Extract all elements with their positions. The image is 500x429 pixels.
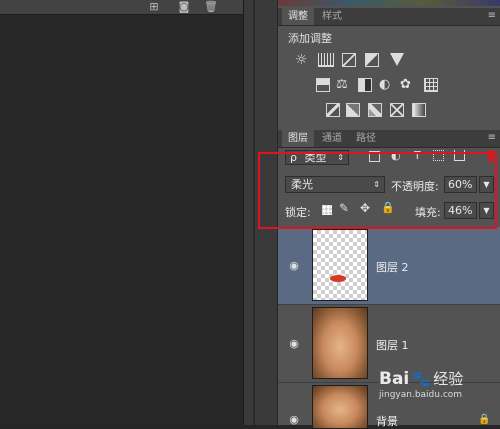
eye-icon[interactable]: ◉ <box>287 414 301 425</box>
divider <box>253 0 255 425</box>
watermark-brand2: 经验 <box>433 370 464 388</box>
bottom-toolbar: ⊞ ◙ 🗑 <box>0 0 243 15</box>
bw-icon[interactable] <box>358 78 372 92</box>
camera-icon[interactable]: ◙ <box>178 1 190 12</box>
balance-icon[interactable]: ⚖ <box>336 77 348 92</box>
tab-channels[interactable]: 通道 <box>316 130 348 147</box>
tab-layers[interactable]: 图层 <box>282 130 314 147</box>
document-canvas <box>0 0 243 425</box>
adjustments-tabbar: 调整 样式 ≡ <box>278 8 500 26</box>
vibrance-icon[interactable] <box>316 78 330 92</box>
new-layer-icon[interactable]: ⊞ <box>148 1 160 12</box>
layers-tabbar: 图层 通道 路径 ≡ <box>278 130 500 148</box>
watermark-brand: Bai <box>379 369 410 389</box>
photo-filter-icon[interactable]: ◐ <box>379 77 390 92</box>
levels-icon[interactable] <box>318 53 334 67</box>
invert-icon[interactable] <box>326 103 340 117</box>
baidu-watermark: Bai 🐾 经验 jingyan.baidu.com <box>379 368 463 400</box>
layer-thumbnail <box>312 229 368 301</box>
layer-name: 图层 1 <box>376 339 409 352</box>
brightness-icon[interactable]: ☼ <box>295 52 308 68</box>
watermark-url: jingyan.baidu.com <box>379 390 463 400</box>
curves-icon[interactable] <box>342 53 356 67</box>
adjustment-icons-row-2: ⚖ ◐ ✿ <box>278 77 500 94</box>
posterize-icon[interactable] <box>346 103 360 117</box>
tab-paths[interactable]: 路径 <box>350 130 382 147</box>
triangle-icon[interactable] <box>390 53 404 66</box>
layer-thumbnail <box>312 385 368 429</box>
swatch-strip <box>278 0 500 6</box>
lips-shape <box>330 275 346 282</box>
highlight-box <box>258 152 497 229</box>
layer-name: 图层 2 <box>376 261 409 274</box>
eye-icon[interactable]: ◉ <box>287 338 301 349</box>
layer-row[interactable]: ◉ 图层 2 <box>278 227 500 305</box>
adjustment-icons-row-1: ☼ <box>278 52 500 69</box>
trash-icon[interactable]: 🗑 <box>204 1 218 12</box>
layers-panel-menu-icon[interactable]: ≡ <box>488 132 496 143</box>
selective-color-icon[interactable] <box>390 103 404 117</box>
paw-icon: 🐾 <box>411 369 432 388</box>
exposure-icon[interactable] <box>365 53 379 67</box>
add-adjustment-title: 添加调整 <box>288 32 332 45</box>
tab-adjustments[interactable]: 调整 <box>282 8 314 25</box>
channel-mixer-icon[interactable]: ✿ <box>400 77 411 92</box>
eye-icon[interactable]: ◉ <box>287 260 301 271</box>
tab-styles[interactable]: 样式 <box>316 8 348 25</box>
layer-thumbnail <box>312 307 368 379</box>
panel-menu-icon[interactable]: ≡ <box>488 10 496 21</box>
layer-name: 背景 <box>376 415 398 428</box>
threshold-icon[interactable] <box>368 103 382 117</box>
lookup-icon[interactable] <box>424 78 438 92</box>
adjustment-icons-row-3 <box>278 103 500 119</box>
gradient-map-icon[interactable] <box>412 103 426 117</box>
lock-icon: 🔒 <box>478 414 491 425</box>
